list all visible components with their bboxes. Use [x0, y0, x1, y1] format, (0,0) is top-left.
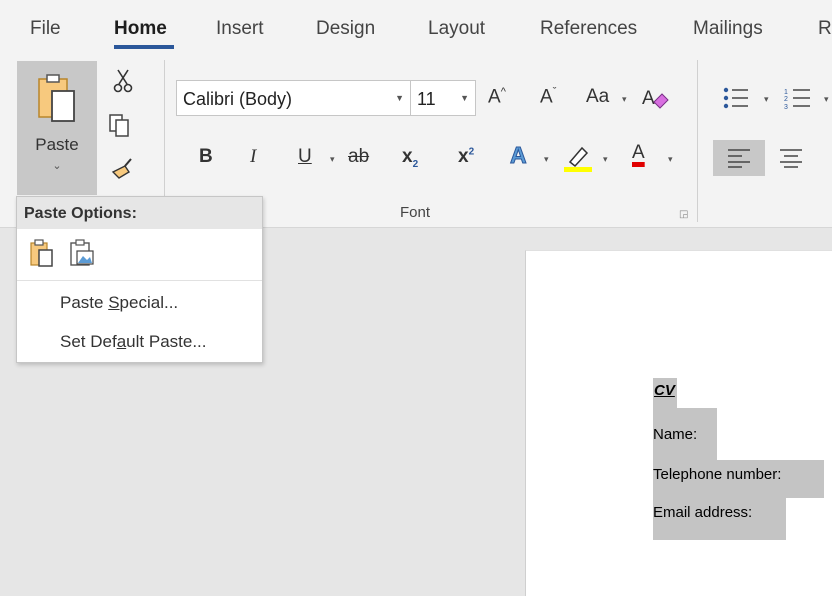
highlighter-icon[interactable] [562, 142, 594, 172]
tab-home[interactable]: Home [114, 18, 167, 40]
superscript-mark: 2 [468, 146, 475, 158]
superscript-label: x [458, 146, 469, 167]
set-default-text-b: ult Paste... [126, 332, 207, 351]
change-case-label: Aa [586, 86, 610, 107]
set-default-text-a: Set Def [60, 332, 117, 351]
group-separator [697, 60, 698, 222]
font-name-value: Calibri (Body) [183, 89, 293, 109]
subscript-button[interactable]: x2 [402, 146, 418, 170]
tab-layout[interactable]: Layout [428, 18, 485, 40]
keep-source-formatting-icon[interactable] [29, 239, 55, 267]
chevron-down-icon[interactable]: ▾ [330, 154, 335, 165]
text-effects-button[interactable]: A [510, 142, 528, 169]
font-size-value: 11 [417, 89, 436, 109]
tab-design[interactable]: Design [316, 18, 375, 40]
doc-line-cv: CV [653, 378, 677, 408]
svg-text:1: 1 [784, 89, 788, 96]
tab-file[interactable]: File [30, 18, 61, 40]
align-left-button[interactable] [713, 140, 765, 176]
paste-label: Paste [35, 135, 79, 154]
active-tab-indicator [114, 45, 174, 49]
caret-down-icon: ˇ [552, 86, 557, 98]
doc-line-email: Email address: [653, 498, 786, 540]
paste-options-title: Paste Options: [24, 205, 137, 222]
subscript-label: x [402, 146, 413, 167]
dialog-launcher-icon[interactable]: ◲ [679, 209, 688, 220]
align-left-icon [728, 149, 750, 168]
paste-options-header: Paste Options: [17, 197, 262, 229]
paste-special-text-b: pecial... [119, 293, 179, 312]
svg-text:3: 3 [784, 104, 788, 110]
chevron-down-icon[interactable]: ▾ [544, 154, 549, 165]
change-case-button[interactable]: Aa [586, 86, 609, 108]
chevron-down-icon[interactable]: ▼ [460, 93, 469, 103]
set-default-paste-menu-item[interactable]: Set Default Paste... [60, 332, 207, 352]
strikethrough-button[interactable]: ab [348, 146, 369, 168]
font-name-select[interactable]: Calibri (Body) ▼ [176, 80, 411, 116]
font-size-select[interactable]: 11 ▼ [410, 80, 476, 116]
doc-line-telephone: Telephone number: [653, 460, 824, 498]
shrink-font-button[interactable]: Aˇ [540, 86, 556, 108]
format-painter-icon[interactable] [109, 156, 135, 182]
grow-font-label: A [488, 86, 501, 108]
bold-button[interactable]: B [199, 146, 213, 168]
align-center-icon[interactable] [778, 148, 804, 168]
font-group-label: Font [400, 204, 431, 221]
clipboard-paste-icon [38, 74, 75, 122]
paste-options-menu: Paste Options: Paste Special... Set Defa… [16, 196, 263, 363]
chevron-down-icon[interactable]: ▾ [668, 154, 673, 165]
paste-as-picture-icon[interactable] [69, 239, 95, 267]
tab-review-partial[interactable]: R [818, 18, 832, 40]
superscript-button[interactable]: x2 [458, 146, 474, 168]
doc-line-name: Name: [653, 408, 717, 460]
chevron-down-icon[interactable]: ▼ [395, 93, 404, 103]
clear-formatting-icon[interactable]: A [640, 84, 670, 112]
svg-text:2: 2 [784, 96, 788, 103]
italic-button[interactable]: I [250, 146, 256, 168]
chevron-down-icon[interactable]: ▾ [603, 154, 608, 165]
tab-references[interactable]: References [540, 18, 637, 40]
chevron-down-icon[interactable]: ▾ [824, 94, 829, 105]
svg-text:A: A [642, 88, 655, 109]
tab-insert[interactable]: Insert [216, 18, 264, 40]
copy-icon[interactable] [107, 112, 133, 138]
paste-special-text-a: Paste [60, 293, 109, 312]
bullets-icon[interactable] [722, 86, 750, 110]
numbering-icon[interactable]: 1 2 3 [784, 86, 812, 110]
cut-icon[interactable] [110, 68, 136, 94]
chevron-down-icon[interactable]: ▾ [622, 94, 627, 105]
tab-mailings[interactable]: Mailings [693, 18, 763, 40]
grow-font-button[interactable]: A^ [488, 86, 506, 108]
ribbon-tabs: File Home Insert Design Layout Reference… [0, 0, 832, 56]
shrink-font-label: A [540, 86, 553, 108]
paste-button[interactable]: Paste ⌄ [17, 61, 97, 195]
menu-separator [17, 280, 262, 281]
caret-up-icon: ^ [500, 86, 506, 98]
subscript-mark: 2 [412, 158, 419, 170]
chevron-down-icon[interactable]: ⌄ [17, 159, 97, 172]
paste-special-menu-item[interactable]: Paste Special... [60, 293, 178, 313]
underline-button[interactable]: U [298, 146, 312, 168]
paste-special-accesskey: S [108, 293, 120, 312]
chevron-down-icon[interactable]: ▾ [764, 94, 769, 105]
font-color-button[interactable]: A [632, 142, 645, 164]
set-default-accesskey: a [116, 332, 127, 351]
